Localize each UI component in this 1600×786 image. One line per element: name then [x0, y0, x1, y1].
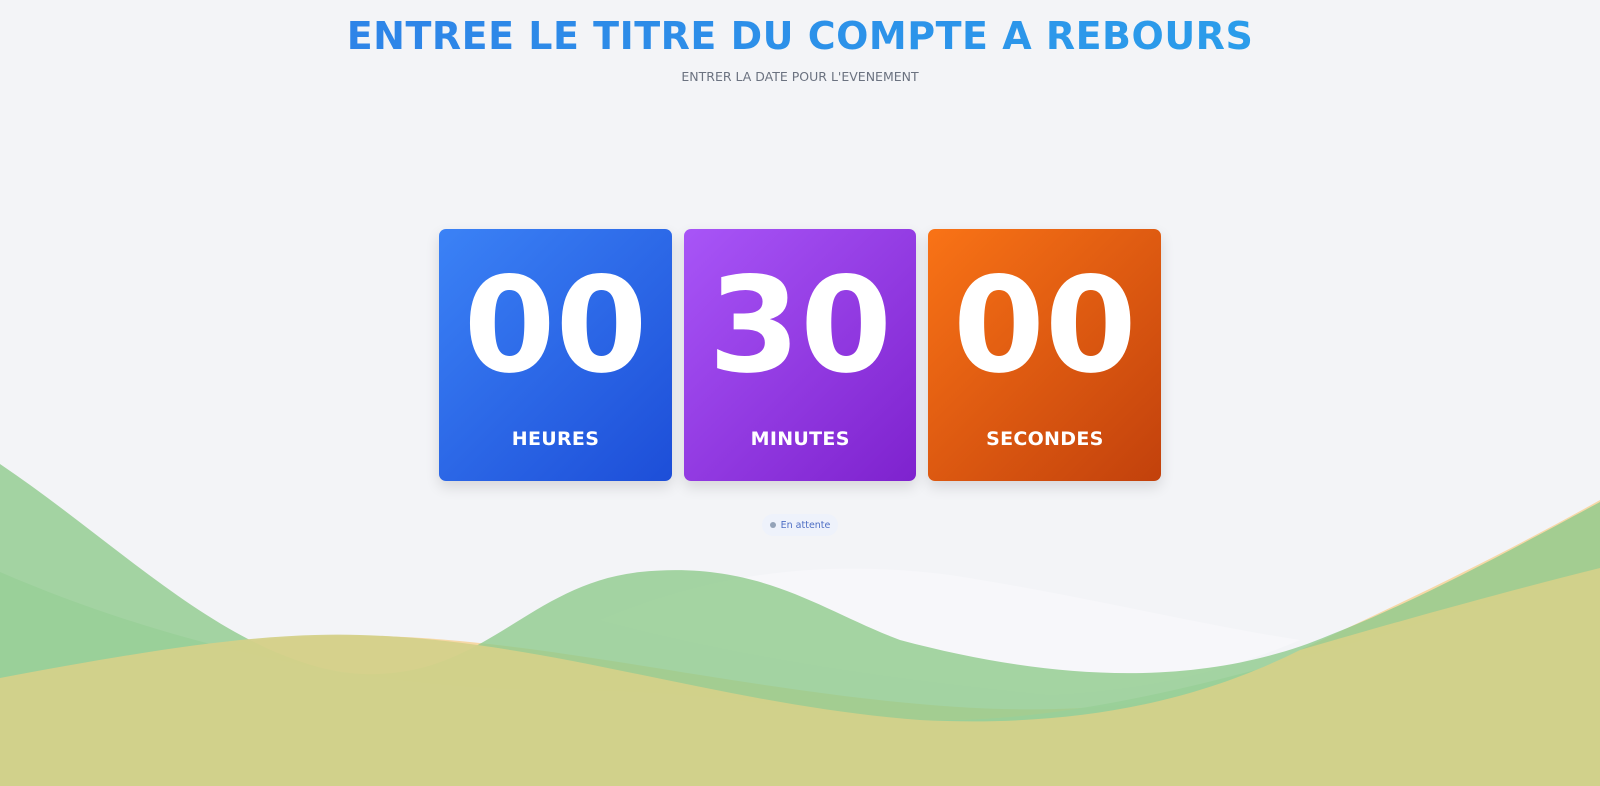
status-text: En attente [780, 519, 831, 531]
minutes-value: 30 [708, 249, 893, 403]
seconds-label: SECONDES [986, 428, 1104, 450]
seconds-value: 00 [952, 249, 1137, 403]
status-dot-icon [769, 522, 776, 528]
hours-value: 00 [463, 249, 648, 403]
countdown-page: ENTREE LE TITRE DU COMPTE A REBOURS ENTR… [0, 0, 1600, 786]
countdown-cards: 00 HEURES 30 MINUTES 00 SECONDES [439, 229, 1162, 481]
minutes-label: MINUTES [750, 428, 850, 450]
hours-card: 00 HEURES [439, 229, 672, 481]
page-title: ENTREE LE TITRE DU COMPTE A REBOURS [0, 14, 1600, 58]
minutes-card: 30 MINUTES [683, 229, 917, 481]
seconds-card: 00 SECONDES [928, 229, 1162, 481]
status-badge: En attente [762, 514, 838, 536]
page-subtitle: ENTRER LA DATE POUR L'EVENEMENT [681, 69, 919, 84]
hours-label: HEURES [511, 428, 600, 450]
